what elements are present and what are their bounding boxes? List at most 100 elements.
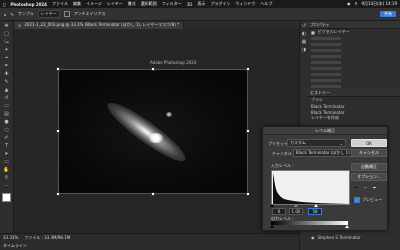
property-field[interactable]: [311, 42, 341, 46]
levels-dialog: レベル補正 プリセット : カスタム ⌄ チャンネル : Black Termi…: [262, 126, 388, 231]
history-panel-header[interactable]: ヒストリー: [307, 89, 400, 97]
hand-tool-icon[interactable]: ✋: [3, 167, 11, 173]
share-button[interactable]: 共有: [380, 11, 396, 17]
transform-handle[interactable]: [246, 192, 250, 196]
document-image[interactable]: [58, 69, 248, 194]
brush-tool-icon[interactable]: ✎: [11, 12, 14, 17]
anti-alias-checkbox[interactable]: [63, 11, 70, 17]
preview-option[interactable]: ✓ プレビュー: [354, 197, 382, 203]
transform-handle[interactable]: [246, 67, 250, 71]
pen-tool-icon[interactable]: ✐: [3, 135, 11, 141]
menu-filter[interactable]: フィルター: [162, 1, 182, 7]
menu-view[interactable]: 表示: [197, 1, 205, 7]
wifi-icon[interactable]: ◉: [347, 1, 351, 7]
galaxy-core: [149, 133, 163, 143]
eraser-tool-icon[interactable]: ▭: [3, 103, 11, 109]
options-button[interactable]: オプション...: [351, 173, 387, 181]
input-black-slider[interactable]: [270, 204, 274, 207]
timeline-label[interactable]: タイムライン: [3, 243, 27, 249]
histogram: [271, 170, 350, 205]
sample-label: サンプル: [17, 11, 34, 16]
transform-handle[interactable]: [151, 67, 155, 71]
visibility-icon[interactable]: ◉: [311, 235, 315, 240]
property-field[interactable]: [311, 36, 341, 40]
preview-checkbox[interactable]: ✓: [354, 197, 360, 203]
menu-window[interactable]: ウィンドウ: [235, 1, 255, 7]
eyedropper-tool-icon[interactable]: ✒: [3, 63, 11, 69]
property-field[interactable]: [311, 72, 341, 76]
type-tool-icon[interactable]: T: [3, 143, 11, 149]
path-select-icon[interactable]: ➤: [3, 151, 11, 157]
input-white-field[interactable]: 58: [308, 208, 322, 215]
close-icon[interactable]: ×: [18, 23, 21, 28]
property-field[interactable]: [311, 54, 341, 58]
layer-row[interactable]: ◉ Stephen S Terminator: [307, 234, 361, 240]
anti-alias-label: アンチエイリアス: [73, 11, 106, 16]
apple-icon[interactable]: : [3, 2, 5, 7]
menu-layer[interactable]: レイヤー: [107, 1, 123, 7]
output-black-slider[interactable]: [270, 225, 274, 228]
marquee-tool-icon[interactable]: □: [3, 31, 11, 37]
move-tool-icon[interactable]: ✥: [3, 23, 11, 29]
cancel-button[interactable]: キャンセル: [351, 149, 387, 157]
menu-help[interactable]: ヘルプ: [260, 1, 272, 7]
doc-info[interactable]: ファイル : 33.3M/98.1M: [24, 235, 70, 241]
app-menu[interactable]: Photoshop 2024: [10, 2, 47, 7]
color-swatches[interactable]: [1, 192, 14, 205]
property-field[interactable]: [311, 60, 341, 64]
properties-panel-header[interactable]: プロパティ: [307, 21, 400, 29]
ok-button[interactable]: OK: [351, 139, 387, 147]
property-field[interactable]: [311, 78, 341, 82]
shape-tool-icon[interactable]: ▭: [3, 159, 11, 165]
input-gamma-field[interactable]: 1.00: [289, 208, 303, 215]
history-item-label: Black Terminator: [311, 109, 345, 115]
transform-handle[interactable]: [56, 67, 60, 71]
history-brush-icon[interactable]: ↺: [3, 95, 11, 101]
black-eyedropper-icon[interactable]: ✒: [355, 185, 358, 190]
output-white-slider[interactable]: [345, 225, 349, 228]
menu-3d[interactable]: 3D: [187, 2, 193, 7]
property-field[interactable]: [311, 84, 341, 88]
crop-tool-icon[interactable]: ⌖: [3, 55, 11, 61]
blur-tool-icon[interactable]: ●: [3, 119, 11, 125]
channel-label: チャンネル :: [272, 151, 295, 156]
stamp-tool-icon[interactable]: ▲: [3, 87, 11, 93]
gray-eyedropper-icon[interactable]: ✒: [364, 185, 367, 190]
more-tools-icon[interactable]: ⋯: [3, 183, 11, 189]
input-levels-label: 入力レベル :: [271, 163, 294, 168]
property-field[interactable]: [311, 48, 341, 52]
gradient-tool-icon[interactable]: ▤: [3, 111, 11, 117]
transform-handle[interactable]: [246, 129, 250, 133]
property-field[interactable]: [311, 66, 341, 70]
sample-select[interactable]: レイヤー: [37, 10, 60, 18]
preset-select[interactable]: カスタム ⌄: [287, 139, 346, 147]
transform-handle[interactable]: [56, 129, 60, 133]
quick-select-tool-icon[interactable]: ✦: [3, 47, 11, 53]
menu-type[interactable]: 書式: [128, 1, 136, 7]
channel-select[interactable]: Black Terminator (ぼかし 1) マスク: [293, 149, 352, 157]
menu-edit[interactable]: 編集: [73, 1, 81, 7]
input-white-slider[interactable]: [314, 204, 318, 207]
menu-image[interactable]: イメージ: [86, 1, 102, 7]
foreground-color[interactable]: [1, 193, 11, 202]
transform-handle[interactable]: [151, 192, 155, 196]
zoom-level[interactable]: 33.33%: [3, 235, 18, 240]
menu-file[interactable]: ファイル: [52, 1, 68, 7]
history-item[interactable]: レイヤーを作成: [307, 115, 400, 121]
white-eyedropper-icon[interactable]: ✒: [373, 185, 376, 190]
document-tab[interactable]: × 2021-1_22_003.png @ 33.3% (Black Termi…: [14, 21, 185, 29]
brush-tool-icon[interactable]: ✎: [3, 79, 11, 85]
home-icon[interactable]: ⌂: [4, 12, 7, 17]
auto-button[interactable]: 自動補正: [351, 163, 387, 171]
search-icon[interactable]: ⚲: [355, 1, 358, 7]
zoom-tool-icon[interactable]: ⚲: [3, 175, 11, 181]
menu-select[interactable]: 選択範囲: [141, 1, 157, 7]
menu-plugins[interactable]: プラグイン: [210, 1, 230, 7]
input-gamma-slider[interactable]: [294, 204, 298, 207]
input-black-field[interactable]: 0: [272, 208, 286, 215]
lasso-tool-icon[interactable]: ⤿: [3, 39, 11, 45]
dodge-tool-icon[interactable]: ○: [3, 127, 11, 133]
healing-tool-icon[interactable]: ✚: [3, 71, 11, 77]
options-bar: ⌂ ✎ サンプル レイヤー アンチエイリアス 共有: [0, 8, 400, 21]
transform-handle[interactable]: [56, 192, 60, 196]
